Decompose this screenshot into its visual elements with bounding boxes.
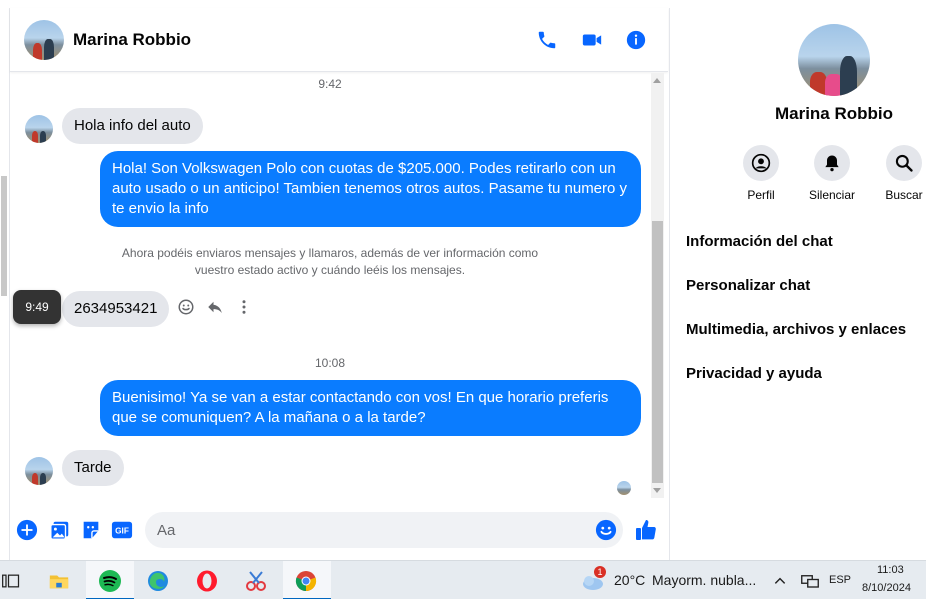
scroll-up-icon[interactable] [653,78,661,83]
scroll-thumb[interactable] [652,221,663,483]
bell-icon[interactable] [814,145,850,181]
contact-avatar-small[interactable] [25,457,53,485]
menu-customize-chat[interactable]: Personalizar chat [686,277,810,294]
action-search[interactable]: Buscar [868,145,926,202]
time-tooltip: 9:49 [13,290,61,324]
chat-pane: Marina Robbio 9:42 Hola info del auto Ho… [10,8,668,560]
timestamp: 10:08 [314,356,346,370]
network-icon[interactable] [797,566,823,596]
gallery-icon[interactable] [49,519,71,541]
composer: GIF [10,508,668,556]
message-bubble-incoming[interactable]: Hola info del auto [62,108,203,144]
message-input-wrapper [145,512,623,548]
react-emoji-icon[interactable] [176,297,196,317]
notice-line-1: Ahora podéis enviaros mensajes y llamaro… [121,246,539,260]
contact-avatar-small[interactable] [25,115,53,143]
snipping-tool-icon[interactable] [241,566,271,596]
task-view-icon[interactable] [0,566,26,596]
scroll-down-icon[interactable] [653,488,661,493]
weather-badge: 1 [594,566,606,578]
left-scroll-strip [0,8,10,560]
action-label: Perfil [747,188,775,202]
language-indicator[interactable]: ESP [829,574,851,586]
file-explorer-icon[interactable] [44,566,74,596]
profile-icon[interactable] [743,145,779,181]
phone-icon[interactable] [534,27,560,53]
menu-media-files-links[interactable]: Multimedia, archivos y enlaces [686,321,906,338]
sticker-icon[interactable] [80,519,102,541]
add-icon[interactable] [16,519,38,541]
action-label: Buscar [885,188,923,202]
chevron-up-icon[interactable] [770,566,790,596]
chat-scrollbar[interactable] [651,73,664,498]
reply-icon[interactable] [205,297,225,317]
profile-avatar[interactable] [798,24,870,96]
action-profile[interactable]: Perfil [725,145,797,202]
emoji-icon[interactable] [595,519,617,541]
contact-avatar[interactable] [24,20,64,60]
spotify-icon[interactable] [95,566,125,596]
notice-line-2: vuestro estado activo y cuándo leéis los… [194,263,466,277]
action-label: Silenciar [808,188,856,202]
taskbar: 1 20°C Mayorm. nubla... ESP 11:03 8/10/2… [0,560,926,599]
timestamp: 9:42 [318,77,342,91]
info-panel: Marina Robbio Perfil Silenciar Buscar In… [669,8,926,560]
message-actions [176,297,254,317]
more-options-icon[interactable] [234,297,254,317]
menu-privacy-help[interactable]: Privacidad y ayuda [686,365,822,382]
opera-icon[interactable] [192,566,222,596]
clock-time[interactable]: 11:03 [877,564,904,576]
edge-icon[interactable] [143,566,173,596]
message-bubble-outgoing[interactable]: Buenisimo! Ya se van a estar contactando… [100,380,641,436]
gif-icon[interactable]: GIF [111,519,133,541]
message-bubble-incoming[interactable]: Tarde [62,450,124,486]
like-icon[interactable] [633,517,659,543]
info-icon[interactable] [623,27,649,53]
clock-date[interactable]: 8/10/2024 [862,582,911,594]
left-scrollbar[interactable] [1,176,7,296]
action-mute[interactable]: Silenciar [796,145,868,202]
svg-text:GIF: GIF [115,527,129,536]
message-bubble-outgoing[interactable]: Hola! Son Volkswagen Polo con cuotas de … [100,151,641,227]
chat-header: Marina Robbio [10,8,668,72]
weather-desc[interactable]: Mayorm. nubla... [652,572,756,588]
menu-chat-info[interactable]: Información del chat [686,233,833,250]
chrome-icon[interactable] [291,566,321,596]
seen-avatar-icon [617,481,631,495]
screen: Marina Robbio 9:42 Hola info del auto Ho… [0,0,926,599]
profile-name: Marina Robbio [774,104,894,123]
message-bubble-incoming[interactable]: 2634953421 [62,291,170,327]
weather-temp[interactable]: 20°C [614,572,645,588]
message-list: 9:42 Hola info del auto Hola! Son Volksw… [10,73,650,503]
contact-name[interactable]: Marina Robbio [73,30,191,50]
message-input[interactable] [157,512,587,548]
video-icon[interactable] [579,27,605,53]
search-icon[interactable] [886,145,922,181]
